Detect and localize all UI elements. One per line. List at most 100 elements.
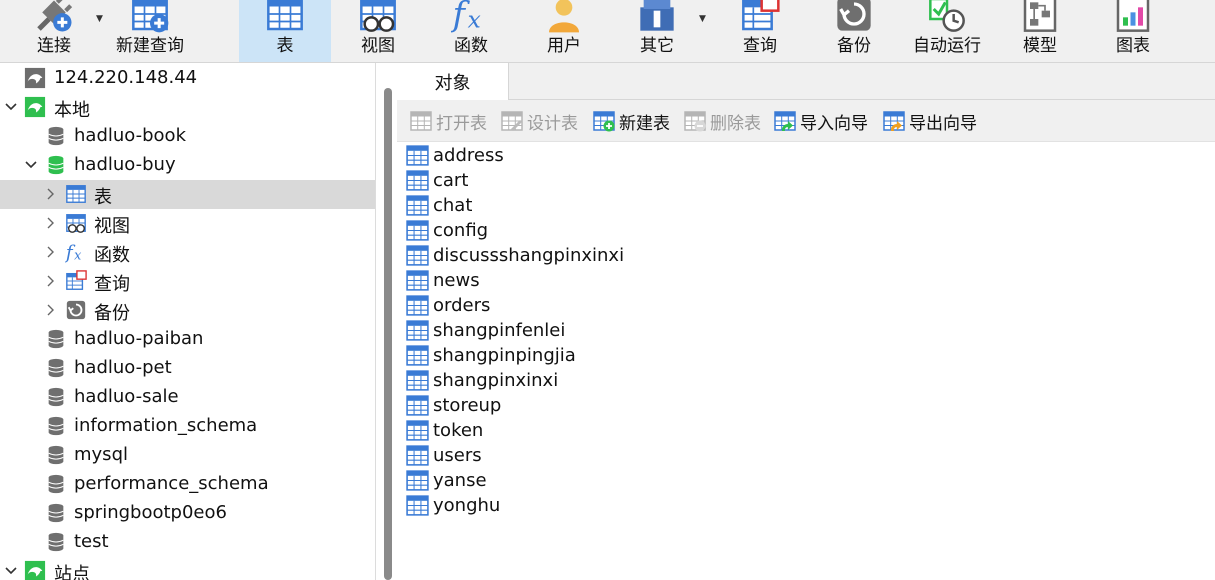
table-icon bbox=[405, 468, 433, 493]
toolbar-function-button[interactable]: f x 函数 bbox=[425, 0, 517, 62]
table-icon bbox=[405, 418, 433, 443]
design-table-button[interactable]: 设计表 bbox=[500, 100, 578, 142]
toolbar-label: 自动运行 bbox=[913, 36, 981, 56]
toolbar-label: 查询 bbox=[743, 36, 777, 56]
database-icon bbox=[45, 357, 67, 379]
toolbar-auto-run-button[interactable]: 自动运行 bbox=[901, 0, 993, 62]
tree-item-label: test bbox=[74, 531, 109, 552]
table-row[interactable]: yonghu bbox=[405, 493, 500, 518]
table-row[interactable]: token bbox=[405, 418, 483, 443]
table-row[interactable]: config bbox=[405, 218, 488, 243]
table-row[interactable]: cart bbox=[405, 168, 468, 193]
chevron-right-icon[interactable] bbox=[44, 274, 58, 288]
tree-object-group[interactable]: 备份 bbox=[0, 296, 375, 325]
object-panel: 对象 打开表 设计表 新建表 删除表 导入向导 导出向导 address car… bbox=[397, 63, 1215, 580]
table-row[interactable]: shangpinfenlei bbox=[405, 318, 565, 343]
tree-item-label: mysql bbox=[74, 444, 128, 465]
database-icon bbox=[45, 531, 67, 553]
toolbar-query-button[interactable]: 查询 bbox=[714, 0, 806, 62]
tree-database[interactable]: hadluo-pet bbox=[0, 354, 375, 383]
dropdown-arrow-icon[interactable]: ▼ bbox=[699, 14, 706, 24]
toolbar-chart-button[interactable]: 图表 bbox=[1087, 0, 1179, 62]
new-table-button[interactable]: 新建表 bbox=[592, 100, 670, 142]
chevron-right-icon[interactable] bbox=[44, 245, 58, 259]
database-icon bbox=[45, 502, 67, 524]
toolbar-connect-button[interactable]: 连接 bbox=[8, 0, 100, 62]
tree-connection[interactable]: 124.220.148.44 bbox=[0, 64, 375, 93]
toolbar-new-query-button[interactable]: 新建查询 bbox=[104, 0, 196, 62]
view-icon bbox=[358, 0, 398, 38]
table-row[interactable]: yanse bbox=[405, 468, 487, 493]
dropdown-arrow-icon[interactable]: ▼ bbox=[96, 14, 103, 24]
table-row[interactable]: storeup bbox=[405, 393, 501, 418]
table-row[interactable]: chat bbox=[405, 193, 472, 218]
export-wizard-button[interactable]: 导出向导 bbox=[882, 100, 977, 142]
tree-item-label: 函数 bbox=[94, 245, 130, 266]
database-icon bbox=[45, 386, 67, 408]
tree-item-label: springbootp0eo6 bbox=[74, 502, 227, 523]
toolbar-label: 新建查询 bbox=[116, 36, 184, 56]
database-icon bbox=[45, 125, 67, 147]
chevron-down-icon[interactable] bbox=[4, 100, 18, 114]
chevron-down-icon[interactable] bbox=[24, 158, 38, 172]
toolbar-other-button[interactable]: 其它 bbox=[611, 0, 703, 62]
table-row[interactable]: shangpinxinxi bbox=[405, 368, 558, 393]
chevron-down-icon[interactable] bbox=[4, 564, 18, 578]
tree-database[interactable]: hadluo-book bbox=[0, 122, 375, 151]
tree-database[interactable]: information_schema bbox=[0, 412, 375, 441]
model-icon bbox=[1020, 0, 1060, 38]
table-row[interactable]: shangpinpingjia bbox=[405, 343, 576, 368]
toolbar-user-button[interactable]: 用户 bbox=[518, 0, 610, 62]
table-row[interactable]: news bbox=[405, 268, 480, 293]
table-name: orders bbox=[433, 295, 491, 316]
table-row[interactable]: address bbox=[405, 143, 504, 168]
export-wizard-icon bbox=[882, 109, 909, 133]
delete-table-button[interactable]: 删除表 bbox=[683, 100, 761, 142]
chevron-right-icon[interactable] bbox=[44, 216, 58, 230]
tree-object-group[interactable]: 视图 bbox=[0, 209, 375, 238]
tab-objects[interactable]: 对象 bbox=[397, 63, 509, 101]
tree-database[interactable]: mysql bbox=[0, 441, 375, 470]
chevron-right-icon[interactable] bbox=[44, 187, 58, 201]
table-row[interactable]: orders bbox=[405, 293, 490, 318]
object-toolbar-label: 设计表 bbox=[527, 113, 578, 134]
new-table-icon bbox=[592, 109, 619, 133]
tree-connection[interactable]: 站点 bbox=[0, 557, 375, 580]
toolbar-table-button[interactable]: 表 bbox=[239, 0, 331, 62]
table-icon bbox=[405, 493, 433, 518]
tree-database[interactable]: performance_schema bbox=[0, 470, 375, 499]
tree-object-group[interactable]: 查询 bbox=[0, 267, 375, 296]
tree-item-label: 表 bbox=[94, 187, 112, 208]
auto-run-icon bbox=[927, 0, 967, 38]
table-row[interactable]: discussshangpinxinxi bbox=[405, 243, 624, 268]
function-icon: f x bbox=[64, 241, 87, 263]
toolbar-backup-button[interactable]: 备份 bbox=[808, 0, 900, 62]
tree-object-group[interactable]: 表 bbox=[0, 180, 375, 209]
tree-database[interactable]: test bbox=[0, 528, 375, 557]
toolbar-view-button[interactable]: 视图 bbox=[332, 0, 424, 62]
database-icon bbox=[45, 328, 67, 350]
tree-database[interactable]: hadluo-paiban bbox=[0, 325, 375, 354]
table-icon bbox=[405, 218, 433, 243]
chevron-right-icon[interactable] bbox=[44, 303, 58, 317]
tree-connection[interactable]: 本地 bbox=[0, 93, 375, 122]
open-table-button[interactable]: 打开表 bbox=[409, 100, 487, 142]
query-icon bbox=[740, 0, 780, 38]
tree-database[interactable]: hadluo-sale bbox=[0, 383, 375, 412]
table-name: users bbox=[433, 445, 482, 466]
sidebar-scrollbar[interactable] bbox=[384, 88, 392, 580]
toolbar-label: 函数 bbox=[454, 36, 488, 56]
tree-database[interactable]: hadluo-buy bbox=[0, 151, 375, 180]
tree-item-label: hadluo-buy bbox=[74, 154, 176, 175]
toolbar-model-button[interactable]: 模型 bbox=[994, 0, 1086, 62]
tree-database[interactable]: springbootp0eo6 bbox=[0, 499, 375, 528]
tree-item-label: hadluo-paiban bbox=[74, 328, 204, 349]
table-icon bbox=[405, 318, 433, 343]
table-name: yanse bbox=[433, 470, 487, 491]
connection-tree: 124.220.148.44 本地 hadluo-book hadluo-buy… bbox=[0, 63, 376, 580]
other-tools-icon bbox=[637, 0, 677, 38]
table-icon bbox=[405, 193, 433, 218]
import-wizard-button[interactable]: 导入向导 bbox=[773, 100, 868, 142]
tree-object-group[interactable]: f x 函数 bbox=[0, 238, 375, 267]
table-row[interactable]: users bbox=[405, 443, 482, 468]
